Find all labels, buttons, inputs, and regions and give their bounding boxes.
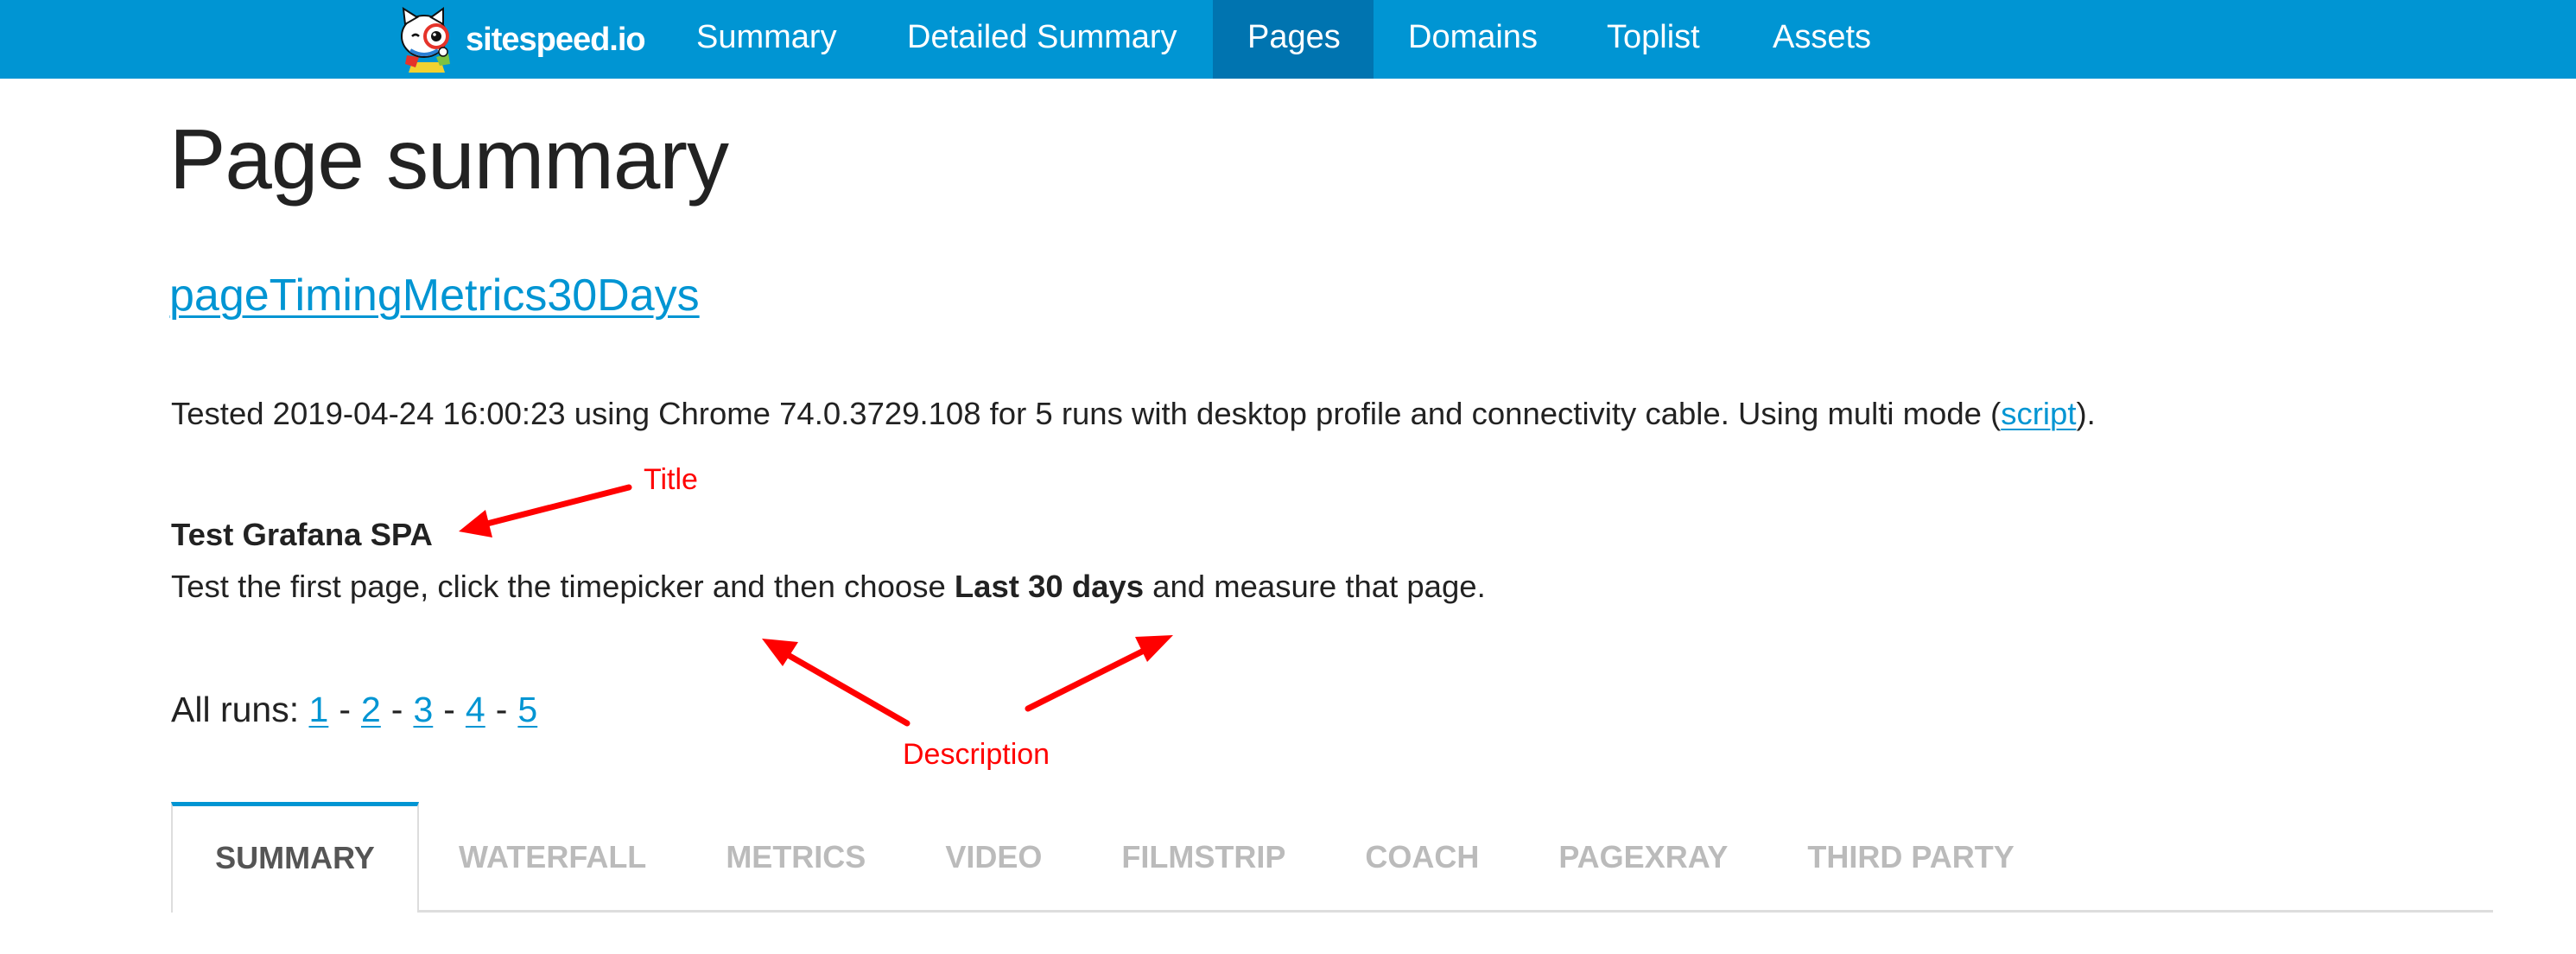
runs-label: All runs:: [171, 690, 300, 729]
nav-item-toplist[interactable]: Toplist: [1572, 0, 1735, 79]
run-separator: -: [390, 690, 403, 729]
description-bold-text: Last 30 days: [954, 569, 1145, 604]
test-info: Tested 2019-04-24 16:00:23 using Chrome …: [171, 396, 2096, 432]
nav-item-domains[interactable]: Domains: [1374, 0, 1572, 79]
run-link-1[interactable]: 1: [309, 690, 329, 729]
test-title: Test Grafana SPA: [171, 517, 433, 552]
run-link-3[interactable]: 3: [413, 690, 433, 729]
description-text-end: and measure that page.: [1144, 569, 1486, 604]
test-description: Test the first page, click the timepicke…: [171, 569, 1486, 605]
annotation-title-label: Title: [644, 463, 698, 496]
nav-item-summary[interactable]: Summary: [662, 0, 872, 79]
top-navbar: sitespeed.io Summary Detailed Summary Pa…: [0, 0, 2576, 79]
page-title: Page summary: [169, 111, 729, 207]
tab-third-party[interactable]: THIRD PARTY: [1767, 802, 2053, 910]
annotation-description-label: Description: [903, 738, 1050, 771]
script-link[interactable]: script: [2001, 396, 2076, 431]
annotation-arrow-description-right: [1025, 635, 1173, 712]
page-tabs: SUMMARY WATERFALL METRICS VIDEO FILMSTRI…: [171, 802, 2493, 913]
nav-item-assets[interactable]: Assets: [1738, 0, 1906, 79]
tab-video[interactable]: VIDEO: [905, 802, 1082, 910]
run-link-4[interactable]: 4: [466, 690, 485, 729]
brand-name: sitespeed.io: [466, 21, 646, 58]
tab-waterfall[interactable]: WATERFALL: [419, 802, 686, 910]
run-link-2[interactable]: 2: [361, 690, 381, 729]
tab-pagexray[interactable]: PAGEXRAY: [1519, 802, 1767, 910]
all-runs: All runs: 1-2-3-4-5: [171, 690, 537, 730]
test-info-text: Tested 2019-04-24 16:00:23 using Chrome …: [171, 396, 2002, 431]
nav-item-detailed-summary[interactable]: Detailed Summary: [872, 0, 1212, 79]
run-separator: -: [339, 690, 351, 729]
page-url-link[interactable]: pageTimingMetrics30Days: [169, 270, 700, 321]
description-text: Test the first page, click the timepicke…: [171, 569, 955, 604]
brand-link[interactable]: sitespeed.io: [393, 5, 646, 74]
run-separator: -: [495, 690, 508, 729]
nav-item-pages[interactable]: Pages: [1213, 0, 1374, 79]
test-info-suffix: ).: [2076, 396, 2096, 431]
tab-filmstrip[interactable]: FILMSTRIP: [1082, 802, 1325, 910]
tab-summary[interactable]: SUMMARY: [171, 802, 419, 913]
sitespeed-cat-logo-icon: [401, 7, 450, 73]
annotation-arrow-title: [459, 484, 632, 537]
annotation-arrow-description-left: [762, 639, 910, 727]
tab-coach[interactable]: COACH: [1325, 802, 1519, 910]
tab-metrics[interactable]: METRICS: [686, 802, 905, 910]
run-link-5[interactable]: 5: [517, 690, 537, 729]
run-separator: -: [443, 690, 455, 729]
